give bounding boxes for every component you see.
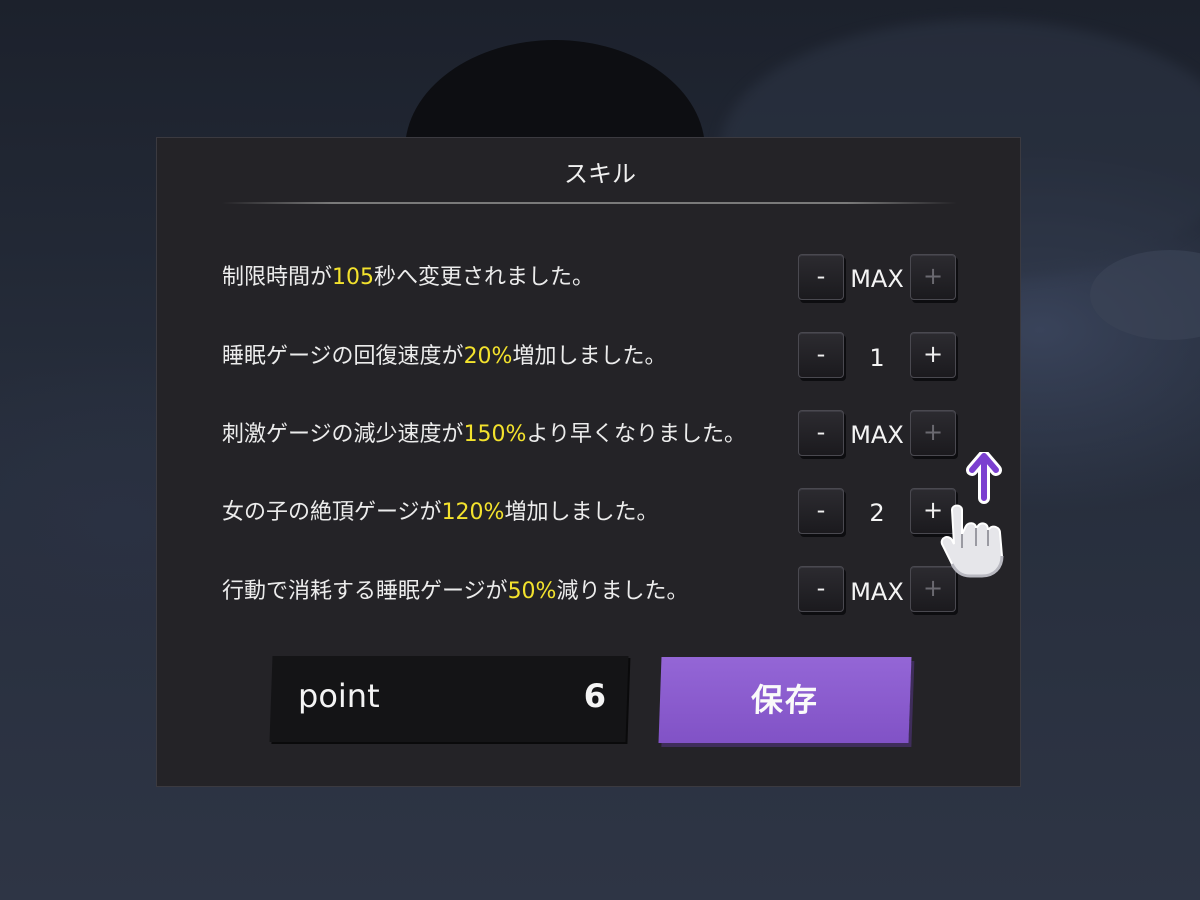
skill-2-increase-button[interactable]: + — [910, 332, 956, 378]
points-value: 6 — [583, 677, 606, 715]
skill-row-5-description: 行動で消耗する睡眠ゲージが50%減りました。 — [222, 579, 689, 604]
skill-5-level: MAX — [850, 578, 904, 606]
title-divider — [222, 202, 957, 204]
skill-3-level: MAX — [850, 421, 904, 449]
skill-1-decrease-button[interactable]: - — [798, 254, 844, 300]
skill-value-highlight: 105 — [332, 265, 375, 290]
points-label: point — [298, 677, 380, 715]
dialog-title: スキル — [564, 160, 636, 188]
skill-4-level: 2 — [869, 499, 885, 527]
skill-row-3-description: 刺激ゲージの減少速度が150%より早くなりました。 — [222, 422, 747, 447]
skill-value-highlight: 50% — [507, 579, 557, 604]
skill-3-increase-button[interactable]: + — [910, 410, 956, 456]
skill-row-2-description: 睡眠ゲージの回復速度が20%増加しました。 — [222, 344, 667, 369]
skill-value-highlight: 150% — [463, 422, 527, 447]
skill-value-highlight: 120% — [441, 500, 505, 525]
hand-pointer-icon — [940, 504, 1004, 578]
skill-row-1-description: 制限時間が105秒へ変更されました。 — [222, 265, 595, 290]
skill-4-decrease-button[interactable]: - — [798, 488, 844, 534]
skill-2-decrease-button[interactable]: - — [798, 332, 844, 378]
skill-row-4-description: 女の子の絶頂ゲージが120%増加しました。 — [222, 500, 659, 525]
skill-3-decrease-button[interactable]: - — [798, 410, 844, 456]
skill-2-level: 1 — [869, 344, 885, 372]
skill-value-highlight: 20% — [463, 344, 513, 369]
arrow-up-icon — [966, 452, 1002, 504]
skill-1-level: MAX — [850, 265, 904, 293]
skill-1-increase-button[interactable]: + — [910, 254, 956, 300]
skill-5-decrease-button[interactable]: - — [798, 566, 844, 612]
save-button[interactable]: 保存 — [658, 657, 912, 743]
